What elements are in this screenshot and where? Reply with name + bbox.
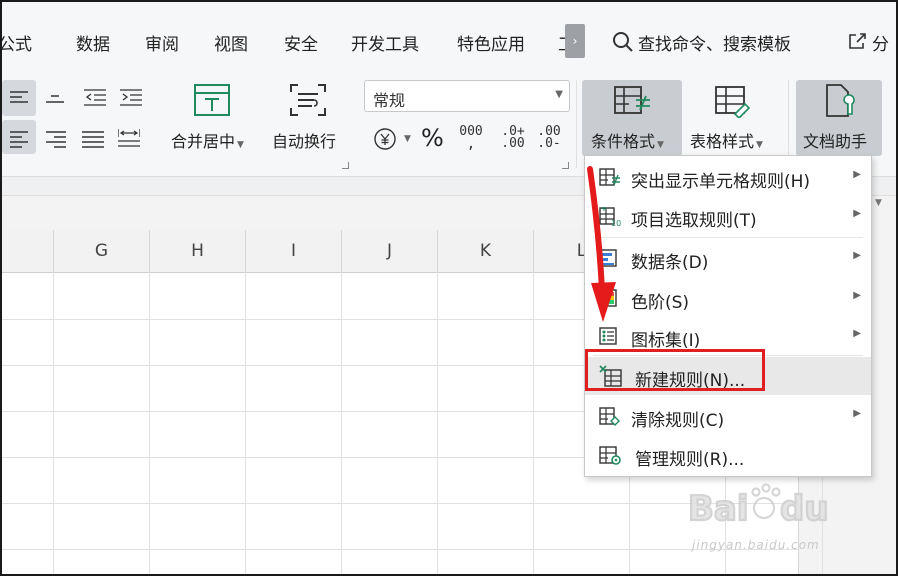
svg-text:Bai: Bai [688, 489, 749, 529]
svg-text:du: du [780, 489, 829, 529]
baidu-watermark-logo: Bai du [688, 483, 830, 530]
app-window: 公式 数据 审阅 视图 安全 开发工具 特色应用 工 › 查找命令、搜索模板 分… [0, 0, 898, 576]
watermark-url: jingyan.baidu.com [692, 538, 820, 552]
